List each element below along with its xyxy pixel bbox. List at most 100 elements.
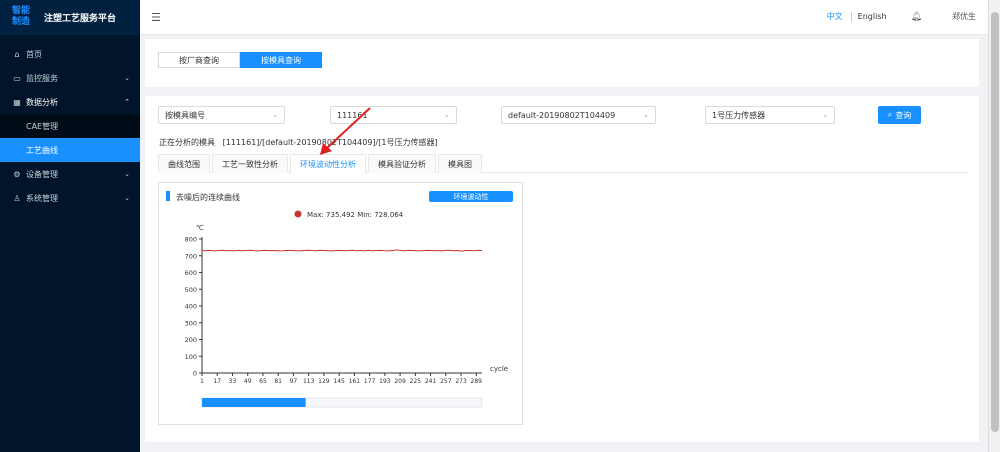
lang-en-link[interactable]: English <box>858 12 887 21</box>
bell-icon[interactable]: 🔔︎ <box>911 12 922 22</box>
y-tick-label: 100 <box>185 353 197 361</box>
app-title: 注塑工艺服务平台 <box>44 14 117 24</box>
header-right: 中文 English 🔔︎ 郑优生 <box>827 11 976 22</box>
legend-marker <box>294 210 302 218</box>
x-tick-label: 273 <box>455 378 467 385</box>
logo-mark: 智能 制造 <box>12 6 34 30</box>
page-scrollbar[interactable] <box>988 0 1000 452</box>
y-tick-label: 400 <box>185 303 197 311</box>
search-icon: ⌕ <box>887 110 893 119</box>
sidebar-item-system[interactable]: ♙ 系统管理 ⌄ <box>0 186 140 210</box>
sidebar-item-process-curve[interactable]: 工艺曲线 <box>0 138 140 162</box>
x-tick-label: 193 <box>379 378 391 385</box>
select-value: default-20190802T104409 <box>508 110 616 120</box>
chevron-down-icon: ⌄ <box>272 111 278 119</box>
sidebar-item-cae[interactable]: CAE管理 <box>0 114 140 138</box>
sidebar-item-equipment[interactable]: ⚙ 设备管理 ⌄ <box>0 162 140 186</box>
x-tick-label: 49 <box>244 378 252 385</box>
menu-fold-icon[interactable]: ☰ <box>151 11 161 24</box>
chevron-down-icon: ⌄ <box>124 74 130 82</box>
x-tick-label: 113 <box>303 378 315 385</box>
logo: 智能 制造 注塑工艺服务平台 <box>0 0 140 35</box>
sidebar-item-data-analysis[interactable]: ▦ 数据分析 ⌃ <box>0 90 140 114</box>
user-name[interactable]: 郑优生 <box>952 11 976 22</box>
x-axis-label: cycle <box>490 365 508 373</box>
tab-curve-range[interactable]: 曲线范围 <box>158 154 210 173</box>
x-tick-label: 129 <box>318 378 330 385</box>
query-mode-toggle: 按厂商查询 按模具查询 <box>158 52 322 68</box>
home-icon: ⌂ <box>14 49 20 59</box>
user-icon: ♙ <box>13 193 21 203</box>
sidebar-item-label: 工艺曲线 <box>26 145 58 155</box>
tab-mold-drawing[interactable]: 模具图 <box>438 154 482 173</box>
sidebar-item-label: 设备管理 <box>26 169 58 179</box>
query-button[interactable]: ⌕ 查询 <box>878 106 921 124</box>
mold-id-select[interactable]: 按模具编号 ⌄ <box>158 106 285 124</box>
x-tick-label: 209 <box>394 378 406 385</box>
x-tick-label: 241 <box>425 378 437 385</box>
top-header: ☰ 中文 English 🔔︎ 郑优生 <box>140 0 988 35</box>
select-value: 111161 <box>337 110 368 120</box>
x-tick-label: 225 <box>410 378 422 385</box>
by-vendor-button[interactable]: 按厂商查询 <box>158 52 240 68</box>
app: 智能 制造 注塑工艺服务平台 ⌂ 首页 ▭ 监控服务 ⌄ ▦ 数据分析 ⌃ CA… <box>0 0 1000 452</box>
x-tick-label: 257 <box>440 378 452 385</box>
logo-mark-line2: 制造 <box>12 16 31 27</box>
tab-mold-validation[interactable]: 模具验证分析 <box>368 154 436 173</box>
chevron-down-icon: ⌄ <box>124 194 130 202</box>
sensor-select[interactable]: 1号压力传感器 ⌄ <box>705 106 835 124</box>
y-tick-label: 800 <box>185 236 197 244</box>
y-tick-label: 500 <box>185 286 197 294</box>
tab-process-consistency[interactable]: 工艺一致性分析 <box>212 154 288 173</box>
y-tick-label: 0 <box>193 370 197 378</box>
sidebar-item-home[interactable]: ⌂ 首页 <box>0 42 140 66</box>
divider <box>850 11 852 22</box>
sidebar-item-label: CAE管理 <box>26 121 59 131</box>
analyzing-info: 正在分析的模具 [111161]/[default-20190802T10440… <box>159 137 438 148</box>
sidebar-item-label: 数据分析 <box>26 97 58 107</box>
x-tick-label: 161 <box>349 378 361 385</box>
query-mode-card: 按厂商查询 按模具查询 <box>145 39 979 87</box>
chart-card: 去噪后的连续曲线 环境波动性 Max: 735.492 Min: 728.064… <box>158 182 523 425</box>
line-chart: Max: 735.492 Min: 728.064 ℃ 0 100 200 300 400 5… <box>185 210 508 408</box>
grid-icon: ▦ <box>13 97 21 107</box>
settings-icon: ⚙ <box>13 169 21 179</box>
y-axis-label: ℃ <box>196 224 204 232</box>
chevron-down-icon: ⌄ <box>444 111 450 119</box>
chevron-up-icon: ⌃ <box>124 98 130 106</box>
legend-text: Max: 735.492 Min: 728.064 <box>307 211 404 219</box>
x-tick-label: 81 <box>274 378 282 385</box>
submenu-data-analysis: CAE管理 工艺曲线 <box>0 114 140 162</box>
logo-mark-line1: 智能 <box>12 5 31 16</box>
sidebar-item-label: 系统管理 <box>26 193 58 203</box>
sidebar-item-label: 监控服务 <box>26 73 58 83</box>
analyzing-label: 正在分析的模具 <box>159 138 215 147</box>
x-tick-label: 145 <box>333 378 345 385</box>
tab-env-fluctuation[interactable]: 环境波动性分析 <box>290 154 366 174</box>
mold-number-select[interactable]: 111161 ⌄ <box>330 106 457 124</box>
chevron-down-icon: ⌄ <box>643 111 649 119</box>
x-tick-label: 97 <box>290 378 298 385</box>
analysis-tabs: 曲线范围 工艺一致性分析 环境波动性分析 模具验证分析 模具图 <box>158 154 968 174</box>
x-tick-label: 177 <box>364 378 376 385</box>
x-tick-label: 289 <box>471 378 483 385</box>
y-tick-label: 300 <box>185 319 197 327</box>
x-tick-label: 17 <box>213 378 221 385</box>
analyzing-value: [111161]/[default-20190802T104409]/[1号压力… <box>222 138 438 147</box>
by-mold-button[interactable]: 按模具查询 <box>240 52 322 68</box>
x-tick-label: 1 <box>200 378 204 385</box>
select-value: 按模具编号 <box>165 110 205 120</box>
select-value: 1号压力传感器 <box>712 110 766 120</box>
chevron-down-icon: ⌄ <box>822 111 828 119</box>
analysis-card: 按模具编号 ⌄ 111161 ⌄ default-20190802T104409… <box>145 96 979 442</box>
batch-select[interactable]: default-20190802T104409 ⌄ <box>501 106 656 124</box>
sidebar-item-monitor[interactable]: ▭ 监控服务 ⌄ <box>0 66 140 90</box>
y-tick-label: 700 <box>185 252 197 260</box>
query-label: 查询 <box>895 110 912 120</box>
scrollbar-thumb[interactable] <box>991 12 999 432</box>
lang-zh-link[interactable]: 中文 <box>827 11 843 22</box>
y-tick-label: 200 <box>185 336 197 344</box>
chevron-down-icon: ⌄ <box>124 170 130 178</box>
series-line <box>201 249 483 252</box>
x-tick-label: 33 <box>229 378 237 385</box>
